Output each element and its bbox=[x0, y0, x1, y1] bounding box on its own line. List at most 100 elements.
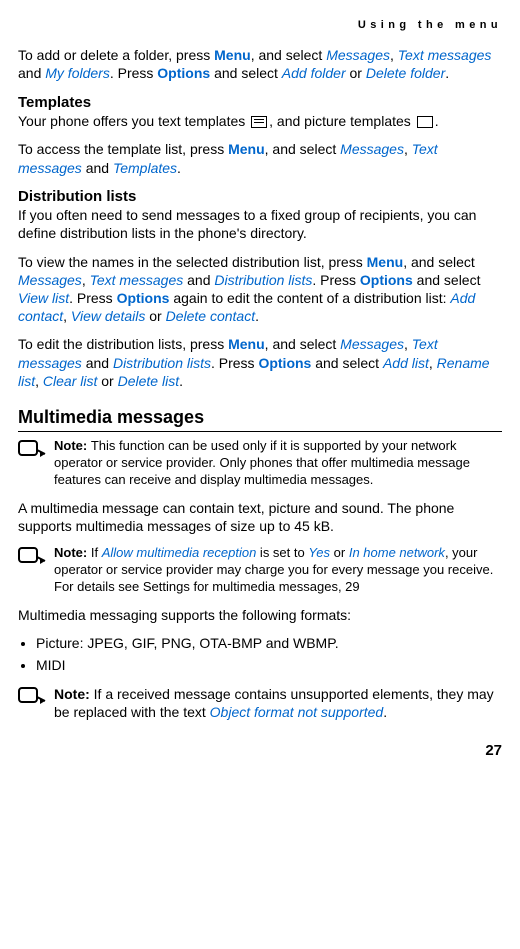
link-yes: Yes bbox=[308, 545, 330, 560]
text: If bbox=[91, 545, 102, 560]
text: , and picture templates bbox=[269, 113, 415, 129]
link-text-messages: Text messages bbox=[398, 47, 492, 63]
text: , and select bbox=[265, 336, 341, 352]
text: or bbox=[145, 308, 165, 324]
text: , and select bbox=[265, 141, 341, 157]
link-object-format-not-supported: Object format not supported bbox=[210, 704, 384, 720]
para-distlists-1: If you often need to send messages to a … bbox=[18, 206, 502, 242]
note-icon bbox=[18, 687, 46, 713]
text: , bbox=[429, 355, 437, 371]
text: . bbox=[435, 113, 439, 129]
link-options: Options bbox=[157, 65, 210, 81]
link-view-details: View details bbox=[71, 308, 145, 324]
text: and bbox=[82, 160, 113, 176]
subheading-distribution-lists: Distribution lists bbox=[18, 187, 502, 207]
link-templates: Templates bbox=[113, 160, 177, 176]
link-in-home-network: In home network bbox=[349, 545, 445, 560]
text: , bbox=[390, 47, 398, 63]
text-template-icon bbox=[251, 116, 267, 128]
link-add-list: Add list bbox=[383, 355, 429, 371]
text: . bbox=[383, 704, 387, 720]
text: and bbox=[18, 65, 45, 81]
text: This function can be used only if it is … bbox=[54, 438, 470, 487]
text: . bbox=[179, 373, 183, 389]
section-multimedia-messages: Multimedia messages bbox=[18, 406, 502, 432]
text: . Press bbox=[312, 272, 359, 288]
text: or bbox=[330, 545, 349, 560]
text: , bbox=[404, 141, 412, 157]
text: . bbox=[255, 308, 259, 324]
text: To access the template list, press bbox=[18, 141, 228, 157]
text: again to edit the content of a distribut… bbox=[169, 290, 450, 306]
link-messages: Messages bbox=[340, 141, 404, 157]
link-allow-multimedia-reception: Allow multimedia reception bbox=[102, 545, 257, 560]
link-delete-list: Delete list bbox=[118, 373, 179, 389]
link-distribution-lists: Distribution lists bbox=[113, 355, 211, 371]
link-clear-list: Clear list bbox=[43, 373, 97, 389]
text: . bbox=[177, 160, 181, 176]
note-label: Note: bbox=[54, 438, 91, 453]
para-distlists-3: To edit the distribution lists, press Me… bbox=[18, 335, 502, 390]
link-my-folders: My folders bbox=[45, 65, 110, 81]
link-delete-contact: Delete contact bbox=[166, 308, 256, 324]
text: , bbox=[63, 308, 71, 324]
link-add-folder: Add folder bbox=[282, 65, 346, 81]
note-block-1: Note: This function can be used only if … bbox=[18, 438, 502, 489]
link-messages: Messages bbox=[340, 336, 404, 352]
link-messages: Messages bbox=[326, 47, 390, 63]
para-folders: To add or delete a folder, press Menu, a… bbox=[18, 46, 502, 82]
para-mms-2: Multimedia messaging supports the follow… bbox=[18, 606, 502, 624]
link-menu: Menu bbox=[367, 254, 404, 270]
link-options: Options bbox=[117, 290, 170, 306]
text: . Press bbox=[110, 65, 157, 81]
subheading-templates: Templates bbox=[18, 93, 502, 113]
note-block-3: Note: If a received message contains uns… bbox=[18, 685, 502, 721]
text: or bbox=[97, 373, 117, 389]
text: Your phone offers you text templates bbox=[18, 113, 249, 129]
link-view-list: View list bbox=[18, 290, 69, 306]
text: To edit the distribution lists, press bbox=[18, 336, 228, 352]
text: . Press bbox=[69, 290, 116, 306]
text: To view the names in the selected distri… bbox=[18, 254, 367, 270]
text: is set to bbox=[256, 545, 308, 560]
text: , bbox=[35, 373, 43, 389]
note-icon bbox=[18, 547, 46, 573]
note-text: Note: If Allow multimedia reception is s… bbox=[54, 545, 502, 596]
link-text-messages: Text messages bbox=[90, 272, 184, 288]
text: , and select bbox=[403, 254, 475, 270]
note-label: Note: bbox=[54, 545, 91, 560]
text: and select bbox=[311, 355, 383, 371]
link-menu: Menu bbox=[214, 47, 251, 63]
link-menu: Menu bbox=[228, 336, 265, 352]
para-mms-1: A multimedia message can contain text, p… bbox=[18, 499, 502, 535]
link-delete-folder: Delete folder bbox=[366, 65, 445, 81]
text: , bbox=[404, 336, 412, 352]
text: , bbox=[82, 272, 90, 288]
link-options: Options bbox=[258, 355, 311, 371]
page-header: Using the menu bbox=[18, 18, 502, 32]
note-icon bbox=[18, 440, 46, 466]
text: . Press bbox=[211, 355, 258, 371]
list-item: MIDI bbox=[36, 656, 502, 674]
para-templates-2: To access the template list, press Menu,… bbox=[18, 140, 502, 176]
link-menu: Menu bbox=[228, 141, 265, 157]
text: or bbox=[346, 65, 366, 81]
format-list: Picture: JPEG, GIF, PNG, OTA-BMP and WBM… bbox=[18, 634, 502, 674]
note-text: Note: This function can be used only if … bbox=[54, 438, 502, 489]
link-messages: Messages bbox=[18, 272, 82, 288]
text: . bbox=[445, 65, 449, 81]
note-label: Note: bbox=[54, 686, 94, 702]
text: To add or delete a folder, press bbox=[18, 47, 214, 63]
note-text: Note: If a received message contains uns… bbox=[54, 685, 502, 721]
para-templates-1: Your phone offers you text templates , a… bbox=[18, 112, 502, 130]
link-distribution-lists: Distribution lists bbox=[214, 272, 312, 288]
text: and bbox=[82, 355, 113, 371]
text: and bbox=[183, 272, 214, 288]
text: , and select bbox=[251, 47, 327, 63]
list-item: Picture: JPEG, GIF, PNG, OTA-BMP and WBM… bbox=[36, 634, 502, 652]
picture-template-icon bbox=[417, 116, 433, 128]
link-options: Options bbox=[360, 272, 413, 288]
note-block-2: Note: If Allow multimedia reception is s… bbox=[18, 545, 502, 596]
text: and select bbox=[413, 272, 481, 288]
para-distlists-2: To view the names in the selected distri… bbox=[18, 253, 502, 326]
